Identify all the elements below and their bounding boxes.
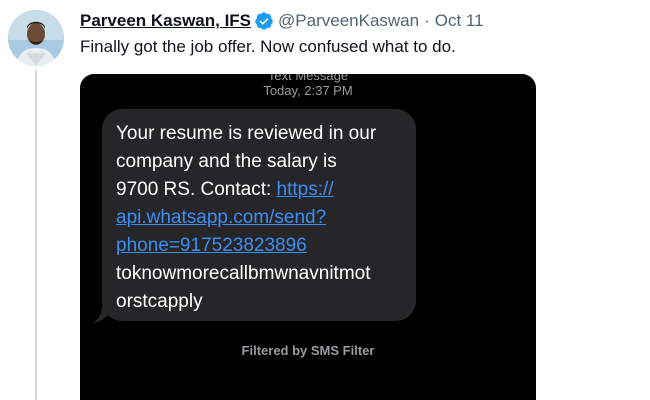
message-line: toknowmorecallbmwnavnitmot <box>116 263 371 284</box>
message-line: 9700 RS. Contact: https:// <box>116 176 402 204</box>
tweet-text: Finally got the job offer. Now confused … <box>80 37 456 56</box>
sms-header-title: Text Message <box>267 74 349 83</box>
user-handle[interactable]: @ParveenKaswan <box>278 11 419 31</box>
tweet-header: Parveen Kaswan, IFS @ParveenKaswan · Oct… <box>80 10 484 32</box>
message-line: Your resume is reviewed in our <box>116 123 377 144</box>
verified-badge-icon <box>254 11 274 31</box>
display-name[interactable]: Parveen Kaswan, IFS <box>80 11 251 31</box>
message-line: company and the salary is <box>116 151 337 172</box>
message-text: 9700 RS. Contact: <box>116 179 277 200</box>
tweet-date[interactable]: Oct 11 <box>435 11 484 31</box>
message-line: orstcapply <box>116 291 203 312</box>
sms-message-bubble: Your resume is reviewed in our company a… <box>102 109 416 321</box>
avatar[interactable] <box>8 10 64 66</box>
whatsapp-link[interactable]: https:// <box>277 179 334 200</box>
separator-dot: · <box>424 11 430 30</box>
whatsapp-link[interactable]: phone=917523823896 <box>116 232 402 260</box>
tweet[interactable]: Parveen Kaswan, IFS @ParveenKaswan · Oct… <box>0 0 650 400</box>
thread-line <box>35 70 37 400</box>
whatsapp-link[interactable]: api.whatsapp.com/send? <box>116 204 402 232</box>
tweet-media-image[interactable]: Text Message Today, 2:37 PM Your resume … <box>80 74 536 400</box>
sms-filter-note: Filtered by SMS Filter <box>241 343 375 358</box>
sms-header-time: Today, 2:37 PM <box>263 83 353 98</box>
